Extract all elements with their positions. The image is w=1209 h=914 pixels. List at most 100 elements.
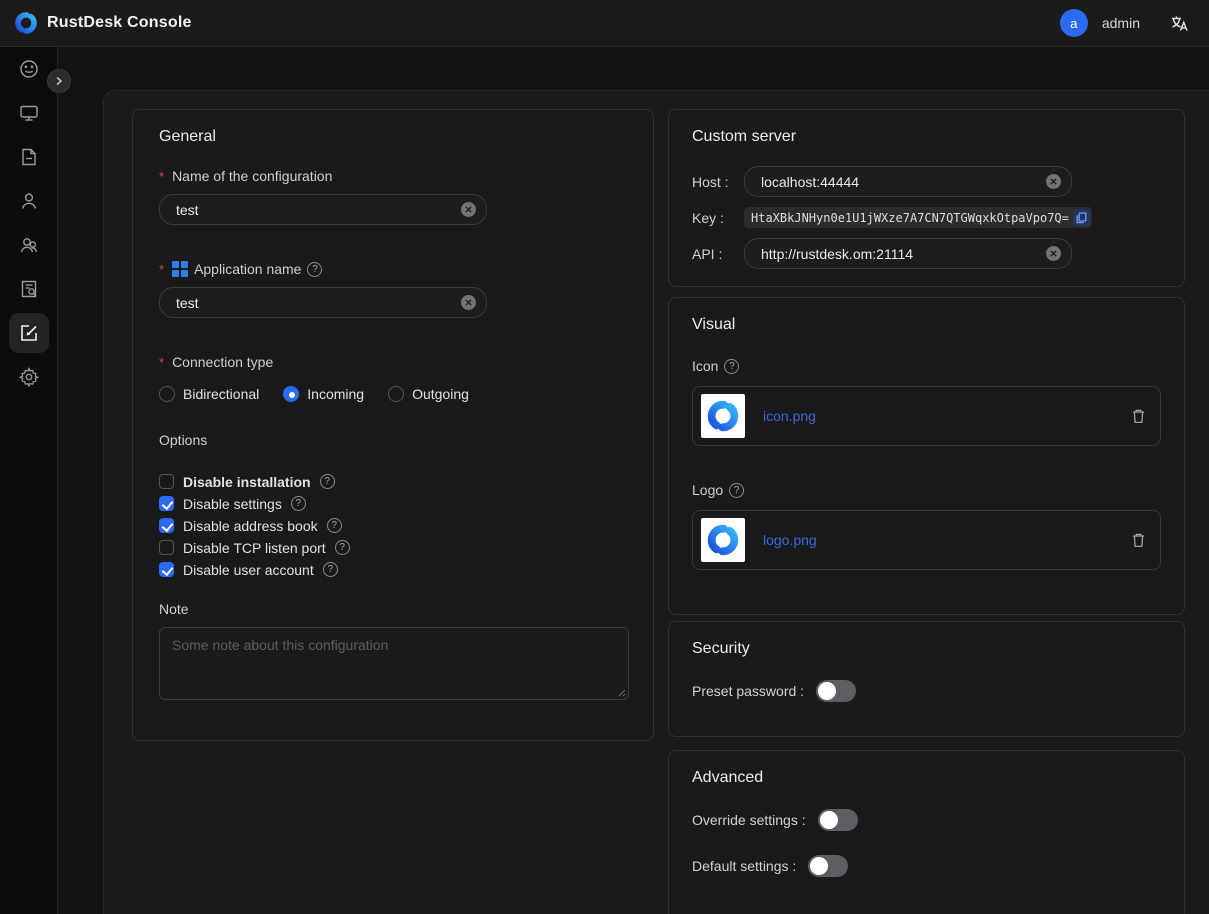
note-label: Note: [159, 601, 627, 617]
checkbox-box-checked[interactable]: [159, 518, 174, 533]
rustdesk-logo-icon: [14, 11, 38, 35]
radio-outgoing[interactable]: Outgoing: [388, 386, 469, 402]
username[interactable]: admin: [1102, 15, 1140, 31]
icon-file-link[interactable]: icon.png: [763, 408, 1113, 424]
required-mark: *: [159, 169, 164, 184]
user-icon: [18, 190, 40, 212]
icon-file-row: icon.png: [692, 386, 1161, 446]
checkbox-disable-installation[interactable]: Disable installation ?: [159, 474, 627, 489]
advanced-card: Advanced Override settings : Default set…: [668, 750, 1185, 914]
radio-circle[interactable]: [388, 386, 404, 402]
smiley-icon: [18, 58, 40, 80]
checkbox-disable-tcp-listen-port[interactable]: Disable TCP listen port ?: [159, 540, 627, 555]
general-card: General * Name of the configuration test…: [132, 109, 654, 741]
security-card: Security Preset password :: [668, 621, 1185, 737]
override-settings-toggle[interactable]: [818, 809, 858, 831]
help-icon[interactable]: ?: [323, 562, 338, 577]
host-label: Host :: [692, 174, 744, 190]
clear-icon[interactable]: [1046, 246, 1061, 261]
main-panel: General * Name of the configuration test…: [103, 90, 1209, 914]
radio-circle[interactable]: [159, 386, 175, 402]
help-icon[interactable]: ?: [307, 262, 322, 277]
custom-server-title: Custom server: [692, 128, 1161, 146]
windows-icon: [172, 261, 188, 277]
document-icon: [18, 146, 40, 168]
connection-type-group: Bidirectional Incoming Outgoing: [159, 386, 627, 402]
help-icon[interactable]: ?: [291, 496, 306, 511]
sidebar-item-settings[interactable]: [0, 355, 58, 399]
monitor-icon: [18, 102, 40, 124]
note-textarea[interactable]: Some note about this configuration: [159, 627, 629, 700]
visual-title: Visual: [692, 316, 1161, 334]
help-icon[interactable]: ?: [327, 518, 342, 533]
resize-handle-icon[interactable]: [617, 688, 626, 697]
preset-password-toggle[interactable]: [816, 680, 856, 702]
copy-icon[interactable]: [1073, 209, 1090, 226]
app-title: RustDesk Console: [47, 14, 192, 32]
sidebar-item-audit[interactable]: [0, 267, 58, 311]
logo-thumbnail: [701, 518, 745, 562]
preset-password-label: Preset password :: [692, 683, 804, 699]
sidebar-item-documents[interactable]: [0, 135, 58, 179]
options-label: Options: [159, 432, 627, 448]
checkbox-disable-user-account[interactable]: Disable user account ?: [159, 562, 627, 577]
sidebar-item-groups[interactable]: [0, 223, 58, 267]
logo-file-link[interactable]: logo.png: [763, 532, 1113, 548]
trash-icon[interactable]: [1131, 408, 1146, 424]
logo-label: Logo ?: [692, 482, 1161, 498]
top-navbar: RustDesk Console a admin: [0, 0, 1209, 47]
toggle-knob: [810, 857, 828, 875]
checkbox-box[interactable]: [159, 474, 174, 489]
translate-icon[interactable]: [1170, 14, 1189, 33]
sidebar-item-custom-client[interactable]: [0, 311, 58, 355]
required-mark: *: [159, 355, 164, 370]
active-highlight: [9, 313, 49, 353]
checkbox-disable-settings[interactable]: Disable settings ?: [159, 496, 627, 511]
edit-icon: [18, 322, 40, 344]
default-settings-label: Default settings :: [692, 858, 796, 874]
sidebar-expand-button[interactable]: [47, 69, 71, 93]
api-label: API :: [692, 246, 744, 262]
help-icon[interactable]: ?: [320, 474, 335, 489]
help-icon[interactable]: ?: [729, 483, 744, 498]
name-config-input[interactable]: test: [159, 194, 487, 225]
user-group-icon: [18, 234, 40, 256]
clear-icon[interactable]: [461, 202, 476, 217]
avatar[interactable]: a: [1060, 9, 1088, 37]
host-input[interactable]: localhost:44444: [744, 166, 1072, 197]
trash-icon[interactable]: [1131, 532, 1146, 548]
clear-icon[interactable]: [1046, 174, 1061, 189]
checkbox-box-checked[interactable]: [159, 562, 174, 577]
checkbox-disable-address-book[interactable]: Disable address book ?: [159, 518, 627, 533]
icon-label: Icon ?: [692, 358, 1161, 374]
name-config-label: * Name of the configuration: [159, 168, 627, 184]
api-input[interactable]: http://rustdesk.om:21114: [744, 238, 1072, 269]
security-title: Security: [692, 640, 1161, 658]
checkbox-box[interactable]: [159, 540, 174, 555]
key-value: HtaXBkJNHyn0e1U1jWXze7A7CN7QTGWqxkOtpaVp…: [751, 211, 1069, 225]
advanced-title: Advanced: [692, 769, 1161, 787]
sidebar-item-devices[interactable]: [0, 91, 58, 135]
help-icon[interactable]: ?: [335, 540, 350, 555]
clear-icon[interactable]: [461, 295, 476, 310]
connection-type-label: * Connection type: [159, 354, 627, 370]
note-placeholder: Some note about this configuration: [172, 637, 388, 653]
help-icon[interactable]: ?: [724, 359, 739, 374]
radio-bidirectional[interactable]: Bidirectional: [159, 386, 259, 402]
custom-server-card: Custom server Host : localhost:44444 Key…: [668, 109, 1185, 287]
radio-incoming[interactable]: Incoming: [283, 386, 364, 402]
visual-card: Visual Icon ? icon.png: [668, 297, 1185, 615]
general-title: General: [159, 128, 627, 146]
sidebar-item-users[interactable]: [0, 179, 58, 223]
application-name-input[interactable]: test: [159, 287, 487, 318]
document-search-icon: [18, 278, 40, 300]
required-mark: *: [159, 262, 164, 277]
chevron-right-icon: [54, 76, 64, 86]
override-settings-label: Override settings :: [692, 812, 806, 828]
default-settings-toggle[interactable]: [808, 855, 848, 877]
brand: RustDesk Console: [14, 11, 192, 35]
radio-circle-selected[interactable]: [283, 386, 299, 402]
gear-icon: [18, 366, 40, 388]
key-label: Key :: [692, 210, 744, 226]
checkbox-box-checked[interactable]: [159, 496, 174, 511]
